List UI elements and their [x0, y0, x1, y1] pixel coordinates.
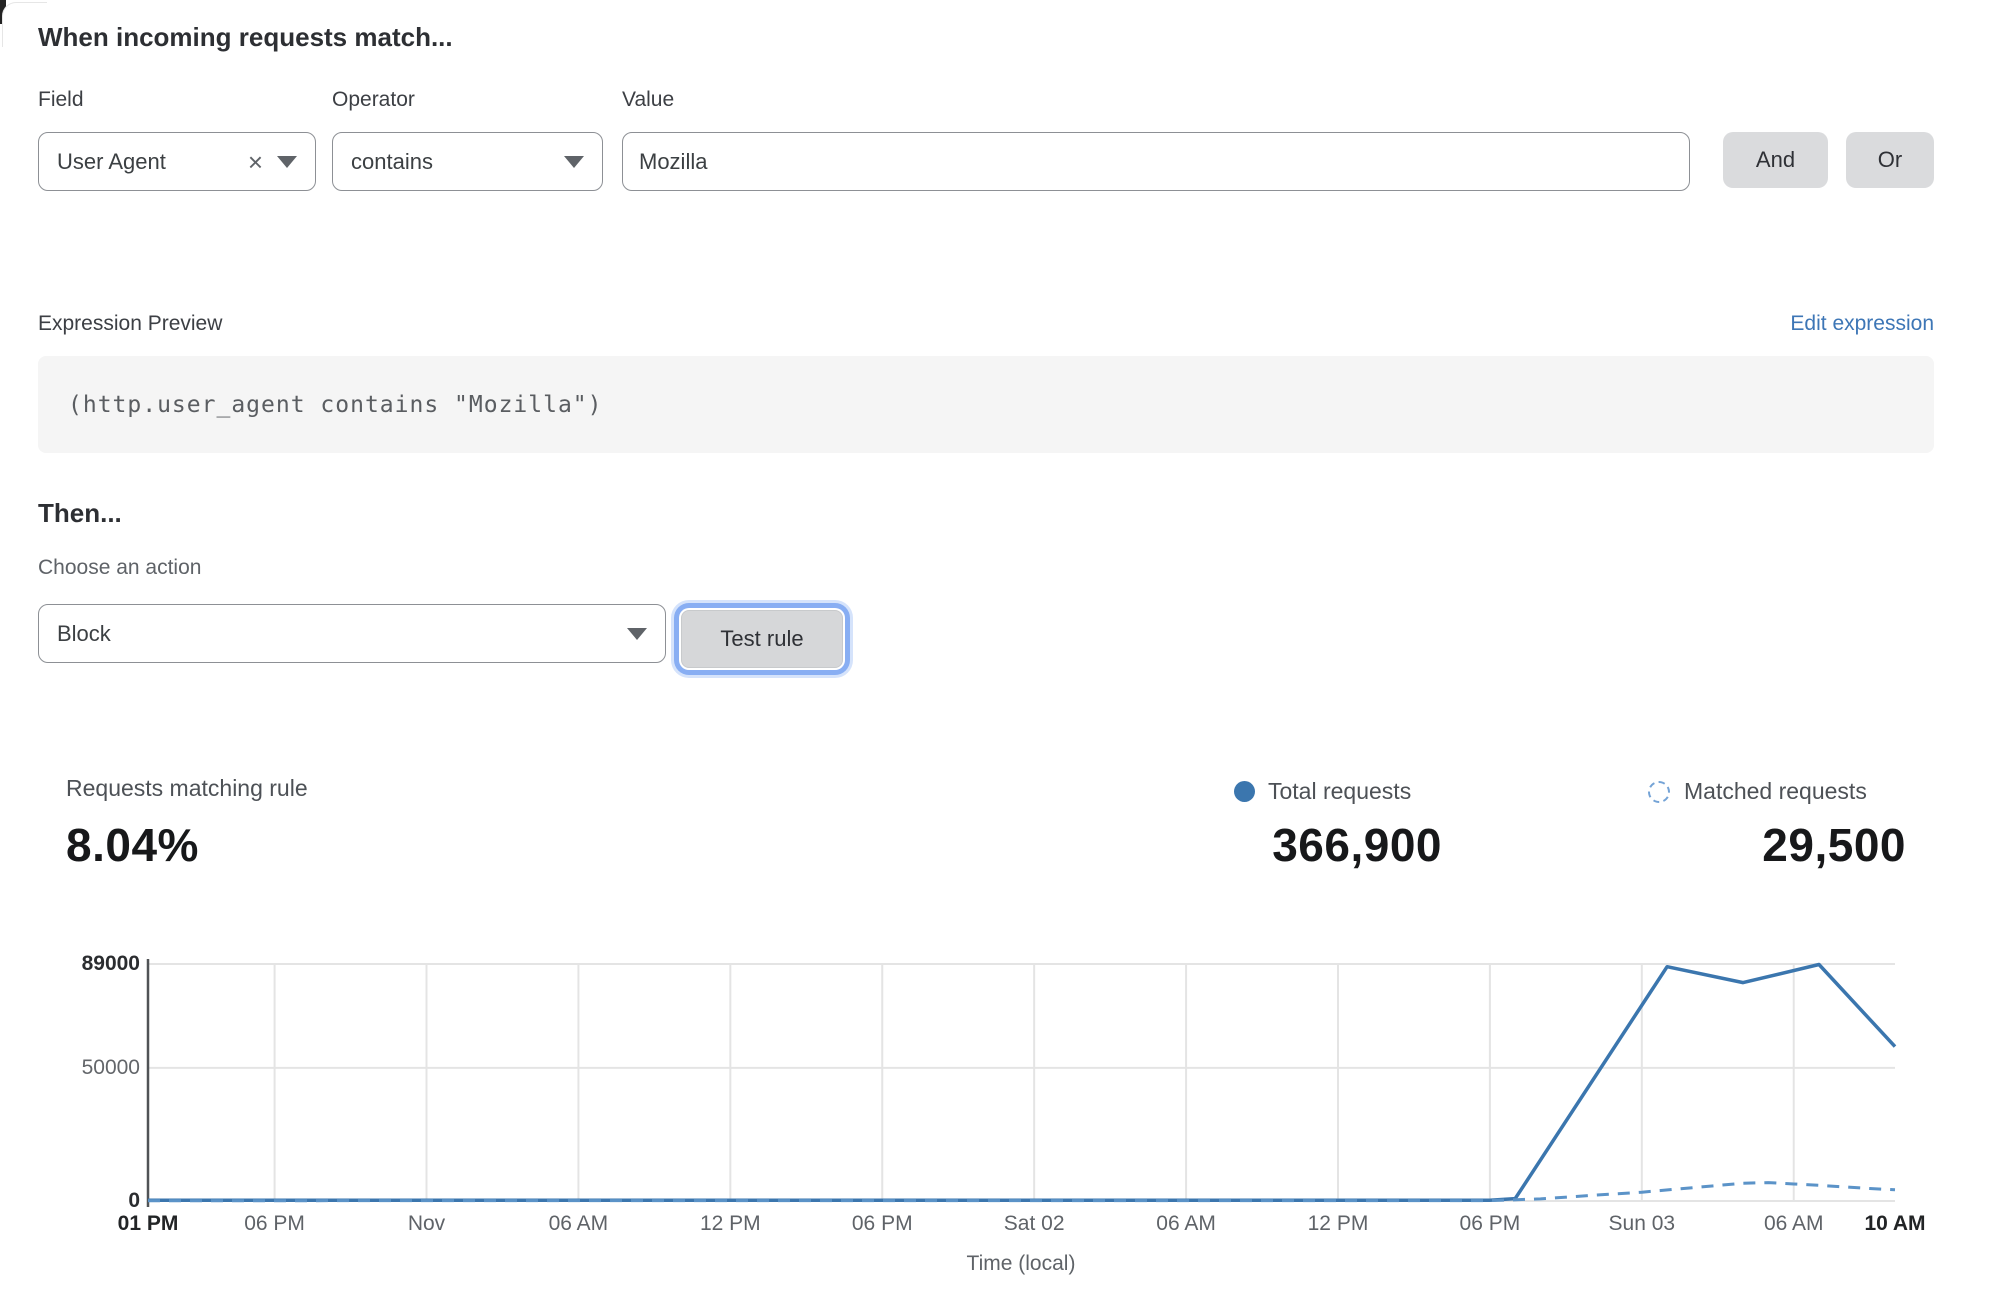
x-tick-label: Sat 02 [959, 1212, 1109, 1236]
chevron-down-icon [277, 156, 297, 168]
x-tick-label: Nov [352, 1212, 502, 1236]
and-button[interactable]: And [1723, 132, 1828, 188]
operator-label: Operator [332, 88, 415, 112]
y-tick-label: 0 [30, 1189, 140, 1213]
total-requests-legend-icon [1234, 781, 1255, 802]
page-title: When incoming requests match... [38, 22, 453, 53]
matched-requests-value: 29,500 [1560, 818, 1906, 872]
operator-select[interactable]: contains [332, 132, 603, 191]
requests-line-chart [0, 930, 1999, 1295]
x-tick-label: 06 PM [1415, 1212, 1565, 1236]
y-tick-label: 50000 [30, 1056, 140, 1080]
edit-expression-link[interactable]: Edit expression [1790, 312, 1934, 336]
total-requests-value: 366,900 [1150, 818, 1442, 872]
field-label: Field [38, 88, 84, 112]
action-select-value: Block [57, 621, 613, 647]
action-select[interactable]: Block [38, 604, 666, 663]
y-tick-label: 89000 [30, 952, 140, 976]
x-tick-label: 10 AM [1820, 1212, 1970, 1236]
field-select-value: User Agent [57, 149, 238, 175]
expression-code: (http.user_agent contains "Mozilla") [38, 392, 603, 418]
field-select[interactable]: User Agent × [38, 132, 316, 191]
x-tick-label: 06 AM [1111, 1212, 1261, 1236]
matching-rule-label: Requests matching rule [66, 775, 308, 802]
x-axis-title: Time (local) [871, 1252, 1171, 1276]
clear-icon[interactable]: × [248, 149, 263, 175]
firewall-rule-builder: When incoming requests match... Field Op… [0, 0, 1999, 1295]
x-tick-label: 06 PM [807, 1212, 957, 1236]
x-tick-label: 06 PM [200, 1212, 350, 1236]
matched-requests-line [148, 1183, 1895, 1201]
x-tick-label: 06 AM [503, 1212, 653, 1236]
value-input[interactable] [622, 132, 1690, 191]
expression-preview-label: Expression Preview [38, 312, 222, 336]
test-rule-button[interactable]: Test rule [681, 610, 843, 668]
total-requests-line [148, 965, 1895, 1201]
choose-action-label: Choose an action [38, 556, 201, 580]
chevron-down-icon [564, 156, 584, 168]
value-label: Value [622, 88, 674, 112]
then-heading: Then... [38, 498, 122, 529]
matched-requests-legend-icon [1648, 781, 1670, 803]
matched-requests-label: Matched requests [1684, 778, 1867, 805]
or-button[interactable]: Or [1846, 132, 1934, 188]
x-tick-label: Sun 03 [1567, 1212, 1717, 1236]
chevron-down-icon [627, 628, 647, 640]
operator-select-value: contains [351, 149, 550, 175]
expression-code-block: (http.user_agent contains "Mozilla") [38, 356, 1934, 453]
matching-rule-value: 8.04% [66, 818, 199, 872]
x-tick-label: 12 PM [655, 1212, 805, 1236]
total-requests-label: Total requests [1268, 778, 1411, 805]
x-tick-label: 12 PM [1263, 1212, 1413, 1236]
